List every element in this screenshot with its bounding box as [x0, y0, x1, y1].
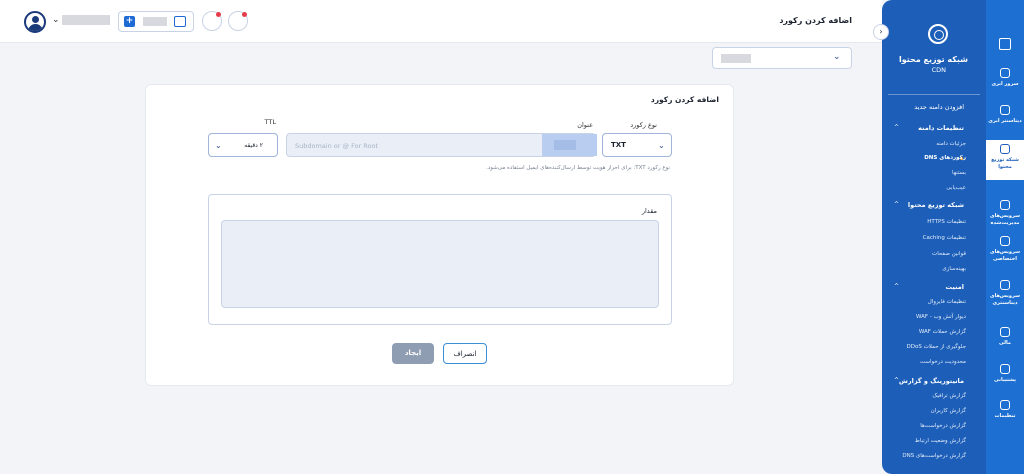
- divider: [888, 94, 980, 95]
- chevron-down-icon: ⌄: [215, 141, 222, 150]
- nav-label: مالی: [999, 340, 1011, 346]
- nav-cloud-server[interactable]: سرور ابری: [986, 68, 1024, 88]
- group-security[interactable]: امنیت: [946, 283, 964, 291]
- domain-select[interactable]: ⌄: [712, 47, 852, 69]
- record-name-label: عنوان: [577, 121, 593, 129]
- cdn-icon: [1000, 144, 1010, 154]
- credit-amount-redacted: [143, 17, 167, 26]
- cdn-side-panel: شبکه توزیع محتوا CDN افزودن دامنه جدید ت…: [882, 0, 986, 474]
- nav-label: دیتاسنتر ابری: [988, 118, 1022, 124]
- globe-icon: [1000, 236, 1010, 246]
- nav-dedicated-services[interactable]: سرویس‌های اختصاصی: [986, 236, 1024, 263]
- wallet-icon[interactable]: [174, 16, 186, 27]
- chevron-down-icon: ⌄: [658, 141, 665, 150]
- record-type-select[interactable]: TXT ⌄: [602, 133, 672, 157]
- invoice-icon: [1000, 327, 1010, 337]
- support-icon: [1000, 364, 1010, 374]
- record-type-label: نوع رکورد: [630, 121, 657, 129]
- value-label: مقدار: [641, 207, 657, 215]
- group-cdn[interactable]: شبکه توزیع محتوا: [908, 201, 964, 209]
- sidebar-item-dns-records[interactable]: رکوردهای DNS: [924, 155, 966, 161]
- page-title: اضافه کردن رکورد: [779, 16, 852, 25]
- ttl-label: TTL: [264, 118, 276, 126]
- record-type-hint: نوع رکورد TXT: برای احراز هویت توسط ارسا…: [486, 165, 670, 171]
- add-credit-icon[interactable]: +: [124, 16, 135, 27]
- domain-name-redacted: [721, 54, 751, 63]
- sidebar-item-waf-report[interactable]: گزارش حملات WAF: [919, 329, 966, 335]
- sidebar-item-requests-report[interactable]: گزارش درخواست‌ها: [920, 423, 966, 429]
- cloud-icon: [1000, 200, 1010, 210]
- notification-dot: [216, 12, 221, 17]
- domain-suffix-redacted: [554, 140, 576, 150]
- cdn-logo-icon: [928, 24, 948, 44]
- add-domain-link[interactable]: افزودن دامنه جدید: [914, 103, 964, 111]
- nav-label: پشتیبانی: [994, 377, 1016, 383]
- sidebar-item-bundles[interactable]: بستنها: [952, 170, 966, 176]
- sidebar-item-rate-limit[interactable]: محدودیت درخواست: [920, 359, 966, 365]
- notification-dot: [242, 12, 247, 17]
- panel-title: شبکه توزیع محتوا: [898, 55, 968, 64]
- sidebar-item-ddos[interactable]: جلوگیری از حملات DDoS: [907, 344, 966, 350]
- top-bar: ⌄ + اضافه کردن رکورد: [0, 0, 882, 43]
- nav-label: سرویس‌های اختصاصی: [989, 249, 1020, 262]
- chevron-up-icon[interactable]: ^: [894, 201, 899, 208]
- sidebar-item-troubleshoot[interactable]: عیب‌یابی: [946, 185, 966, 191]
- user-menu-chevron-icon[interactable]: ⌄: [52, 15, 60, 25]
- user-name-redacted[interactable]: [62, 15, 110, 25]
- group-domain-settings[interactable]: تنظیمات دامنه: [918, 124, 964, 132]
- bell-icon[interactable]: [202, 11, 222, 31]
- gear-icon: [1000, 400, 1010, 410]
- nav-cdn[interactable]: شبکه توزیع محتوا: [986, 140, 1024, 180]
- sidebar-item-dns-requests-report[interactable]: گزارش درخواست‌های DNS: [902, 453, 966, 459]
- main-navigation: سرور ابری دیتاسنتر ابری شبکه توزیع محتوا…: [986, 0, 1024, 474]
- ttl-select[interactable]: ۲ دقیقه ⌄: [208, 133, 278, 157]
- sidebar-item-optimization[interactable]: بهینه‌سازی: [942, 266, 966, 272]
- user-avatar-icon[interactable]: [24, 11, 46, 33]
- sidebar-item-domain-details[interactable]: جزئیات دامنه: [936, 141, 966, 147]
- nav-managed-services[interactable]: سرویس‌های مدیریت‌شده: [986, 200, 1024, 227]
- nav-label: تنظیمات: [994, 413, 1016, 419]
- chevron-up-icon[interactable]: ^: [894, 377, 899, 384]
- sidebar-item-caching[interactable]: تنظیمات Caching: [923, 235, 966, 241]
- nav-datacenter-services[interactable]: سرویس‌های دیتاسنتری: [986, 280, 1024, 307]
- credit-widget[interactable]: +: [118, 11, 194, 32]
- chevron-up-icon[interactable]: ^: [894, 124, 899, 131]
- value-section: مقدار: [208, 194, 672, 325]
- server-icon: [1000, 68, 1010, 78]
- home-icon[interactable]: [999, 38, 1011, 50]
- add-record-card: اضافه کردن رکورد نوع رکورد عنوان TTL TXT…: [145, 84, 734, 386]
- sidebar-item-traffic-report[interactable]: گزارش ترافیک: [932, 393, 966, 399]
- chevron-down-icon: ⌄: [833, 52, 841, 62]
- nav-support[interactable]: پشتیبانی: [986, 364, 1024, 384]
- sidebar-item-page-rules[interactable]: قوانین صفحات: [932, 251, 966, 257]
- card-title: اضافه کردن رکورد: [650, 95, 719, 104]
- domain-suffix: [542, 134, 597, 156]
- nav-settings[interactable]: تنظیمات: [986, 400, 1024, 420]
- create-button[interactable]: ایجاد: [392, 343, 434, 364]
- panel-subtitle: CDN: [931, 66, 946, 74]
- sidebar-item-waf[interactable]: دیوار آتش وب - WAF: [916, 314, 966, 320]
- sidebar-item-firewall[interactable]: تنظیمات فایروال: [928, 299, 966, 305]
- chevron-up-icon[interactable]: ^: [894, 283, 899, 290]
- group-monitoring[interactable]: مانیتورینگ و گزارش: [899, 377, 964, 385]
- nav-label: سرویس‌های مدیریت‌شده: [989, 213, 1020, 226]
- cancel-button[interactable]: انصراف: [443, 343, 487, 364]
- sidebar-item-connection-report[interactable]: گزارش وضعیت ارتباط: [915, 438, 966, 444]
- nav-finance[interactable]: مالی: [986, 327, 1024, 347]
- record-type-value: TXT: [611, 141, 626, 149]
- sidebar-item-https[interactable]: تنظیمات HTTPS: [927, 219, 966, 225]
- record-name-input[interactable]: [295, 140, 535, 152]
- record-name-field[interactable]: [286, 133, 597, 157]
- nav-cloud-datacenter[interactable]: دیتاسنتر ابری: [986, 105, 1024, 125]
- ttl-value: ۲ دقیقه: [244, 142, 263, 149]
- datacenter-icon: [1000, 105, 1010, 115]
- sidebar-item-users-report[interactable]: گزارش کاربران: [931, 408, 966, 414]
- collapse-sidebar-icon[interactable]: ›: [873, 24, 889, 40]
- storage-icon: [1000, 280, 1010, 290]
- value-textarea[interactable]: [221, 220, 659, 308]
- nav-label: سرور ابری: [991, 81, 1019, 87]
- nav-label: سرویس‌های دیتاسنتری: [989, 293, 1020, 306]
- nav-label: شبکه توزیع محتوا: [991, 157, 1019, 170]
- location-icon[interactable]: [228, 11, 248, 31]
